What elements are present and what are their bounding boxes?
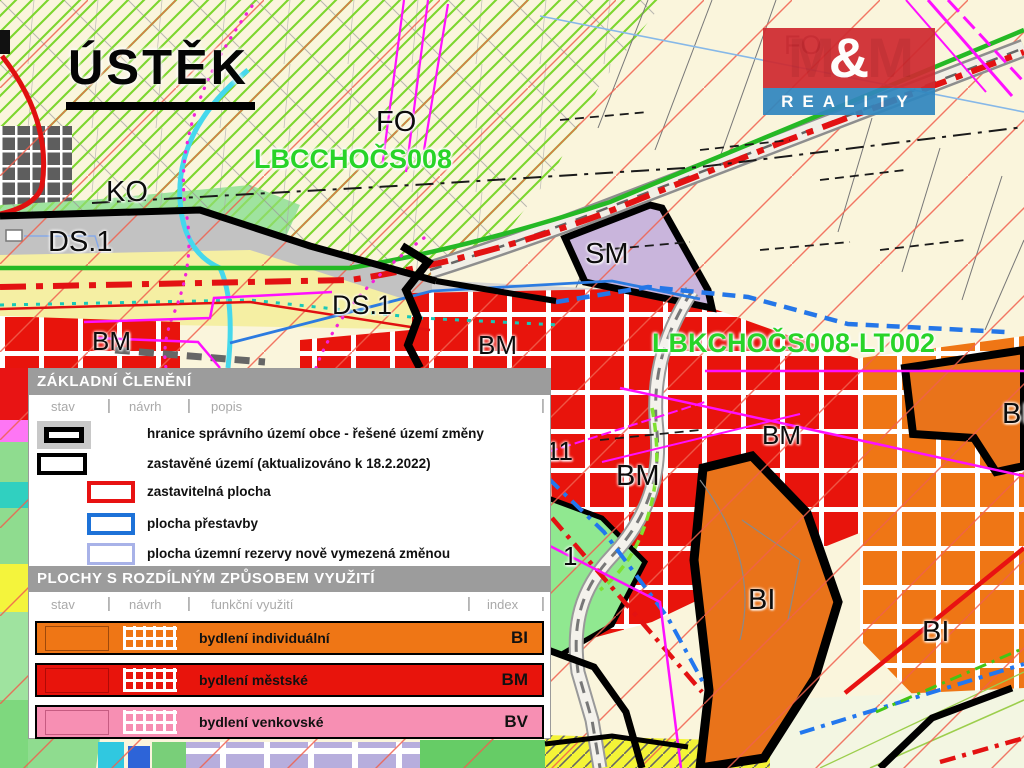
swatch-rezerva <box>87 543 135 565</box>
legend-section1-tabs: stav | návrh | popis | <box>29 395 550 419</box>
grid-glyph-bm <box>123 668 177 692</box>
mm-reality-logo: M&M REALITY <box>763 28 935 115</box>
grid-glyph-bi <box>123 626 177 650</box>
map-label-bi-right: BI <box>922 618 949 647</box>
map-label-lbkc: LBKCHOČS008-LT002 <box>652 330 935 357</box>
tab2-funkcni: funkční využití <box>211 597 293 612</box>
legend-panel: ZÁKLADNÍ ČLENĚNÍ stav | návrh | popis | … <box>28 368 551 739</box>
legend-item-prestavba: plocha přestavby <box>29 513 550 539</box>
tab2-index: index <box>487 597 518 612</box>
mm-logo-mark: M&M <box>763 28 935 88</box>
legend-item-zastavene: zastavěné území (aktualizováno k 18.2.20… <box>29 453 550 479</box>
map-label-lbcc: LBCCHOČS008 <box>254 146 452 173</box>
zoning-map-viewport[interactable]: ÚSTĚK FO FO KO DS.1 DS.1 SM BM BM BM BM … <box>0 0 1024 768</box>
map-label-1: 1 <box>563 543 577 569</box>
map-label-sm: SM <box>585 240 629 269</box>
legend-bar-bm: bydlení městské BM <box>35 663 544 697</box>
index-bv: BV <box>504 712 528 732</box>
legend-section2-title: PLOCHY S ROZDÍLNÝM ZPŮSOBEM VYUŽITÍ <box>29 566 550 592</box>
map-label-fo: FO <box>376 108 416 137</box>
map-label-ds1-left: DS.1 <box>48 228 112 257</box>
legend-bar-bv: bydlení venkovské BV <box>35 705 544 739</box>
legend-item-zastavitelna: zastavitelná plocha <box>29 481 550 507</box>
swatch-bm <box>45 668 109 693</box>
map-label-bm-left: BM <box>92 328 131 354</box>
map-label-bm-mid: BM <box>478 332 517 358</box>
index-bm: BM <box>502 670 528 690</box>
swatch-bi <box>45 626 109 651</box>
swatch-hranice <box>37 421 91 449</box>
swatch-prestavba <box>87 513 135 535</box>
tab-navrh: návrh <box>129 399 162 414</box>
grid-glyph-bv <box>123 710 177 734</box>
map-label-bm-center: BM <box>616 462 660 491</box>
map-label-bm-right: BM <box>762 422 801 448</box>
tab2-stav: stav <box>51 597 75 612</box>
mm-logo-subtitle: REALITY <box>763 88 935 115</box>
map-title: ÚSTĚK <box>66 40 255 110</box>
legend-bar-bi: bydlení individuální BI <box>35 621 544 655</box>
ampersand-glyph: & <box>829 30 869 86</box>
swatch-zastavitelna <box>87 481 135 503</box>
tab-popis: popis <box>211 399 242 414</box>
map-label-bi-edge: BI <box>1002 400 1024 429</box>
map-label-ko: KO <box>106 178 148 207</box>
swatch-zastavene <box>37 453 87 475</box>
tab2-navrh: návrh <box>129 597 162 612</box>
legend-section2-tabs: stav | návrh | funkční využití | index | <box>29 593 550 617</box>
legend-item-hranice: hranice správního území obce - řešené úz… <box>29 423 550 449</box>
legend-section1-title: ZÁKLADNÍ ČLENĚNÍ <box>29 369 550 395</box>
tab-stav: stav <box>51 399 75 414</box>
map-label-bi-center: BI <box>748 586 775 615</box>
map-label-ds1-mid: DS.1 <box>332 292 392 319</box>
index-bi: BI <box>511 628 528 648</box>
swatch-bv <box>45 710 109 735</box>
